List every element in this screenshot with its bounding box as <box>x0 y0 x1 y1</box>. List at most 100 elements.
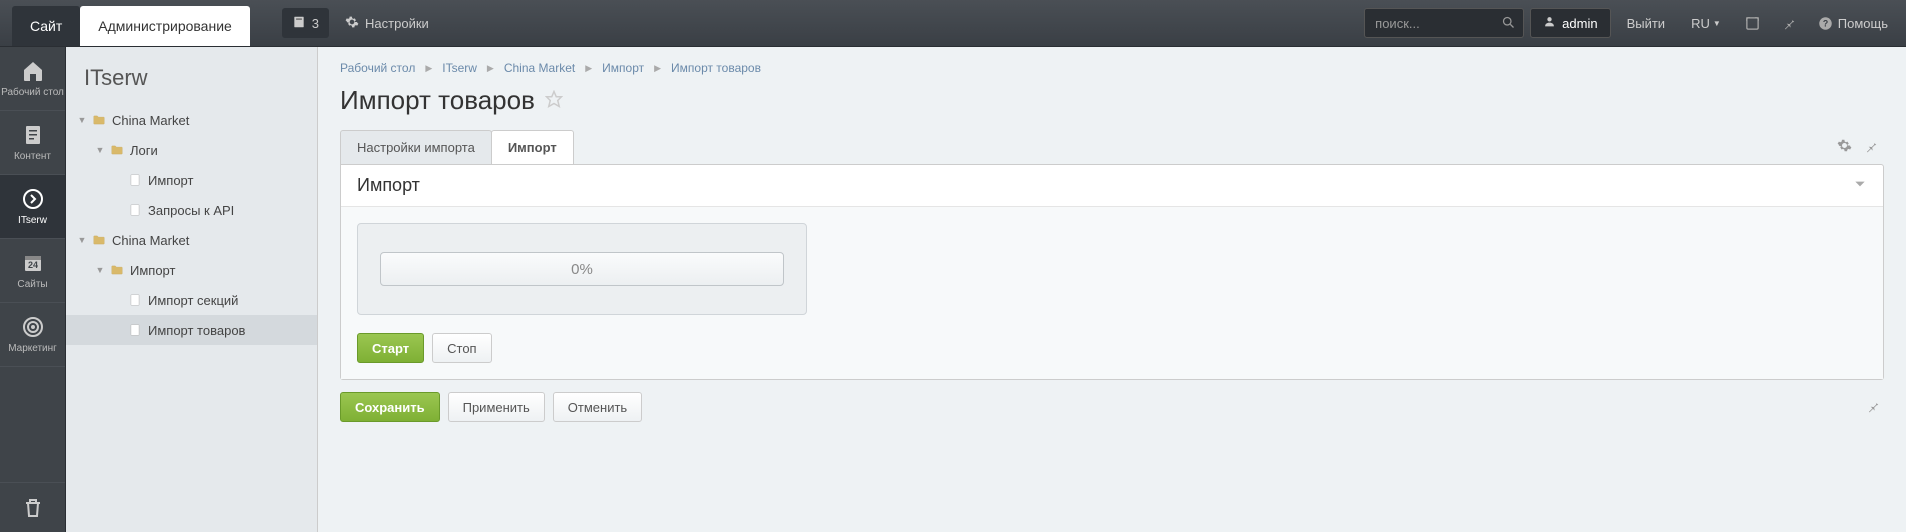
tree-label: Импорт секций <box>148 293 238 308</box>
logout-link[interactable]: Выйти <box>1617 16 1676 31</box>
page-icon <box>128 293 142 307</box>
tree-item-logs[interactable]: ▼ Логи <box>66 135 317 165</box>
breadcrumb-link[interactable]: Рабочий стол <box>340 61 415 75</box>
main: Рабочий стол ▶ ITserw ▶ China Market ▶ Импо… <box>318 47 1906 532</box>
svg-text:24: 24 <box>27 260 37 270</box>
pin-icon[interactable] <box>1858 139 1884 156</box>
tab-import-settings[interactable]: Настройки импорта <box>340 130 492 164</box>
start-button[interactable]: Старт <box>357 333 424 363</box>
breadcrumb-link[interactable]: China Market <box>504 61 575 75</box>
user-menu-button[interactable]: admin <box>1530 8 1610 38</box>
rail-label: ITserw <box>18 215 47 226</box>
admin-tab[interactable]: Администрирование <box>80 6 250 46</box>
user-label: admin <box>1562 16 1597 31</box>
chevron-right-icon: ▶ <box>585 63 592 74</box>
progress-container: 0% <box>357 223 807 315</box>
sidebar-title: ITserw <box>66 61 317 105</box>
tree-label: Запросы к API <box>148 203 234 218</box>
rail-itserw[interactable]: ITserw <box>0 175 65 239</box>
breadcrumbs: Рабочий стол ▶ ITserw ▶ China Market ▶ Импо… <box>318 47 1906 79</box>
tree-toggle-icon[interactable]: ▼ <box>76 115 88 125</box>
star-icon[interactable] <box>545 90 563 111</box>
tree-label: Импорт <box>148 173 193 188</box>
pin-icon[interactable] <box>1862 399 1884 416</box>
rail-sites[interactable]: 24 Сайты <box>0 239 65 303</box>
gear-icon[interactable] <box>1831 138 1858 156</box>
page-icon <box>128 323 142 337</box>
apply-button[interactable]: Применить <box>448 392 545 422</box>
rail-label: Контент <box>14 151 51 162</box>
left-rail: Рабочий стол Контент ITserw 24 Сайты Мар… <box>0 47 66 532</box>
topbar: Сайт Администрирование 3 Настройки admin… <box>0 0 1906 47</box>
trash-icon <box>21 496 45 520</box>
folder-icon <box>110 263 124 277</box>
tree-label: China Market <box>112 233 189 248</box>
tree-label: Импорт <box>130 263 175 278</box>
arrow-circle-icon <box>21 187 45 211</box>
rail-marketing[interactable]: Маркетинг <box>0 303 65 367</box>
calendar-icon: 24 <box>21 251 45 275</box>
rail-label: Рабочий стол <box>1 87 64 98</box>
folder-icon <box>92 233 106 247</box>
collapse-icon[interactable] <box>1853 175 1867 196</box>
progress-bar: 0% <box>380 252 784 286</box>
settings-label: Настройки <box>365 16 429 31</box>
help-label: Помощь <box>1838 16 1888 31</box>
panel-title: Импорт <box>357 175 420 196</box>
settings-button[interactable]: Настройки <box>333 0 441 46</box>
tree-item-import[interactable]: ▼ Импорт <box>66 255 317 285</box>
panel-import: Импорт 0% Старт Стоп <box>340 164 1884 380</box>
tree-item-import-log[interactable]: ▼ Импорт <box>66 165 317 195</box>
cancel-button[interactable]: Отменить <box>553 392 642 422</box>
tree-toggle-icon[interactable]: ▼ <box>76 235 88 245</box>
pin-icon[interactable] <box>1774 16 1804 30</box>
tab-import[interactable]: Импорт <box>491 130 574 164</box>
tree-item-import-goods[interactable]: ▼ Импорт товаров <box>66 315 317 345</box>
search-icon[interactable] <box>1501 15 1516 33</box>
target-icon <box>21 315 45 339</box>
document-icon <box>21 123 45 147</box>
page-title: Импорт товаров <box>340 85 535 116</box>
tree-label: Импорт товаров <box>148 323 245 338</box>
site-tab[interactable]: Сайт <box>12 6 80 46</box>
tree-item-api-requests[interactable]: ▼ Запросы к API <box>66 195 317 225</box>
progress-text: 0% <box>571 261 593 278</box>
rail-label: Сайты <box>17 279 47 290</box>
tree-item-china-market-2[interactable]: ▼ China Market <box>66 225 317 255</box>
rail-content[interactable]: Контент <box>0 111 65 175</box>
save-button[interactable]: Сохранить <box>340 392 440 422</box>
tree-label: China Market <box>112 113 189 128</box>
language-label: RU <box>1691 16 1710 31</box>
chevron-right-icon: ▶ <box>654 63 661 74</box>
svg-text:?: ? <box>1823 18 1828 28</box>
search-input[interactable] <box>1364 8 1524 38</box>
chevron-down-icon: ▼ <box>1713 19 1721 28</box>
breadcrumb-link[interactable]: Импорт товаров <box>671 61 761 75</box>
rail-desktop[interactable]: Рабочий стол <box>0 47 65 111</box>
tree-item-import-sections[interactable]: ▼ Импорт секций <box>66 285 317 315</box>
page-icon <box>128 203 142 217</box>
rail-label: Маркетинг <box>8 343 57 354</box>
tree-label: Логи <box>130 143 158 158</box>
chevron-right-icon: ▶ <box>487 63 494 74</box>
expand-icon[interactable] <box>1737 16 1768 31</box>
folder-icon <box>110 143 124 157</box>
notifications-button[interactable]: 3 <box>282 8 329 38</box>
folder-icon <box>92 113 106 127</box>
stop-button[interactable]: Стоп <box>432 333 491 363</box>
chevron-right-icon: ▶ <box>425 63 432 74</box>
breadcrumb-link[interactable]: ITserw <box>442 61 477 75</box>
home-icon <box>21 59 45 83</box>
rail-trash[interactable] <box>0 482 65 532</box>
help-button[interactable]: ? Помощь <box>1810 16 1896 31</box>
notification-count: 3 <box>312 16 319 31</box>
bookmark-icon <box>292 15 306 32</box>
breadcrumb-link[interactable]: Импорт <box>602 61 644 75</box>
language-button[interactable]: RU ▼ <box>1681 16 1731 31</box>
tree: ▼ China Market ▼ Логи ▼ Импорт ▼ Запросы… <box>66 105 317 345</box>
page-icon <box>128 173 142 187</box>
tree-toggle-icon[interactable]: ▼ <box>94 145 106 155</box>
tree-item-china-market[interactable]: ▼ China Market <box>66 105 317 135</box>
tree-toggle-icon[interactable]: ▼ <box>94 265 106 275</box>
gear-icon <box>345 15 359 32</box>
